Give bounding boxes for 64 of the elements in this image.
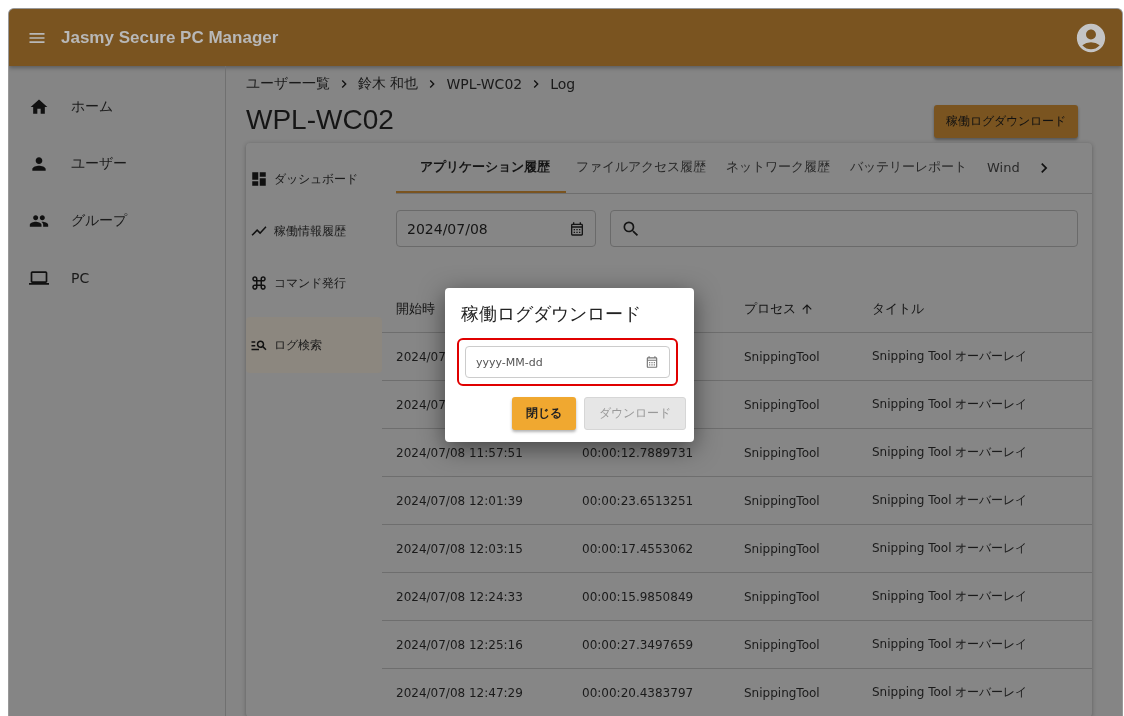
table-cell: 2024/07/08 12:47:29 xyxy=(396,685,523,700)
breadcrumb-link[interactable]: ユーザー一覧 xyxy=(246,75,330,93)
home-icon xyxy=(29,97,49,117)
table-cell: SnippingTool xyxy=(744,349,820,364)
table-cell: Snipping Tool オーバーレイ xyxy=(872,589,1028,603)
table-cell: Snipping Tool オーバーレイ xyxy=(872,397,1028,411)
table-cell: 00:00:17.4553062 xyxy=(582,541,694,556)
dashboard-icon xyxy=(250,170,268,188)
calendar-icon[interactable] xyxy=(645,355,659,369)
date-field[interactable]: 2024/07/08 xyxy=(396,210,596,247)
column-header[interactable]: 開始時 xyxy=(396,299,435,318)
table-cell: 2024/07/08 11:57:51 xyxy=(396,445,523,460)
tab[interactable]: ファイルアクセス履歴 xyxy=(566,143,716,193)
side-menu-item[interactable]: 稼働情報履歴 xyxy=(246,213,382,249)
close-button[interactable]: 閉じる xyxy=(512,397,576,430)
table-cell: SnippingTool xyxy=(744,397,820,412)
date-input-field[interactable]: yyyy-MM-dd xyxy=(465,346,670,378)
table-cell: 00:00:15.9850849 xyxy=(582,589,694,604)
dialog-title: 稼働ログダウンロード xyxy=(461,302,642,326)
table-cell: Snipping Tool オーバーレイ xyxy=(872,637,1028,651)
laptop-icon xyxy=(29,268,49,288)
download-button[interactable]: 稼働ログダウンロード xyxy=(934,105,1078,138)
table-cell: 00:00:27.3497659 xyxy=(582,637,694,652)
tab[interactable]: Wind xyxy=(977,143,1030,193)
side-menu-item[interactable]: ダッシュボード xyxy=(246,161,382,197)
table-cell: Snipping Tool オーバーレイ xyxy=(872,493,1028,507)
calendar-icon[interactable] xyxy=(569,220,585,237)
nav-item[interactable]: グループ xyxy=(9,202,225,240)
table-cell: 2024/07/08 12:25:16 xyxy=(396,637,523,652)
side-menu-item[interactable]: ログ検索 xyxy=(246,317,382,373)
table-cell: Snipping Tool オーバーレイ xyxy=(872,541,1028,555)
column-header[interactable]: タイトル xyxy=(872,299,924,318)
tab[interactable]: アプリケーション履歴 xyxy=(396,143,566,193)
nav-item[interactable]: PC xyxy=(9,259,225,297)
column-header[interactable]: プロセス xyxy=(744,299,796,318)
table-cell: SnippingTool xyxy=(744,541,820,556)
breadcrumb-link[interactable]: Log xyxy=(550,76,576,92)
side-menu-item[interactable]: コマンド発行 xyxy=(246,265,382,301)
tab[interactable]: バッテリーレポート xyxy=(840,143,977,193)
breadcrumb-link[interactable]: 鈴木 和也 xyxy=(358,75,419,93)
tab[interactable]: ネットワーク履歴 xyxy=(716,143,840,193)
table-cell: 2024/07 xyxy=(396,397,446,412)
table-cell: 00:00:23.6513251 xyxy=(582,493,694,508)
page-title: WPL-WC02 xyxy=(246,104,394,136)
table-cell: Snipping Tool オーバーレイ xyxy=(872,685,1028,699)
table-cell: SnippingTool xyxy=(744,589,820,604)
table-cell: 00:00:12.7889731 xyxy=(582,445,694,460)
table-cell: 2024/07/08 12:24:33 xyxy=(396,589,523,604)
nav-item[interactable]: ユーザー xyxy=(9,145,225,183)
table-cell: SnippingTool xyxy=(744,445,820,460)
table-cell: 2024/07/08 12:01:39 xyxy=(396,493,523,508)
nav-item[interactable]: ホーム xyxy=(9,88,225,126)
table-cell: 2024/07 xyxy=(396,349,446,364)
command-key-icon xyxy=(250,274,268,292)
breadcrumb-link[interactable]: WPL-WC02 xyxy=(446,76,523,92)
table-cell: SnippingTool xyxy=(744,637,820,652)
search-field[interactable] xyxy=(610,210,1078,247)
table-cell: 00:00:20.4383797 xyxy=(582,685,694,700)
app-title: Jasmy Secure PC Manager xyxy=(61,27,280,48)
table-cell: 2024/07/08 12:03:15 xyxy=(396,541,523,556)
table-cell: Snipping Tool オーバーレイ xyxy=(872,349,1028,363)
table-cell: Snipping Tool オーバーレイ xyxy=(872,445,1028,459)
table-cell: SnippingTool xyxy=(744,493,820,508)
table-cell: SnippingTool xyxy=(744,685,820,700)
